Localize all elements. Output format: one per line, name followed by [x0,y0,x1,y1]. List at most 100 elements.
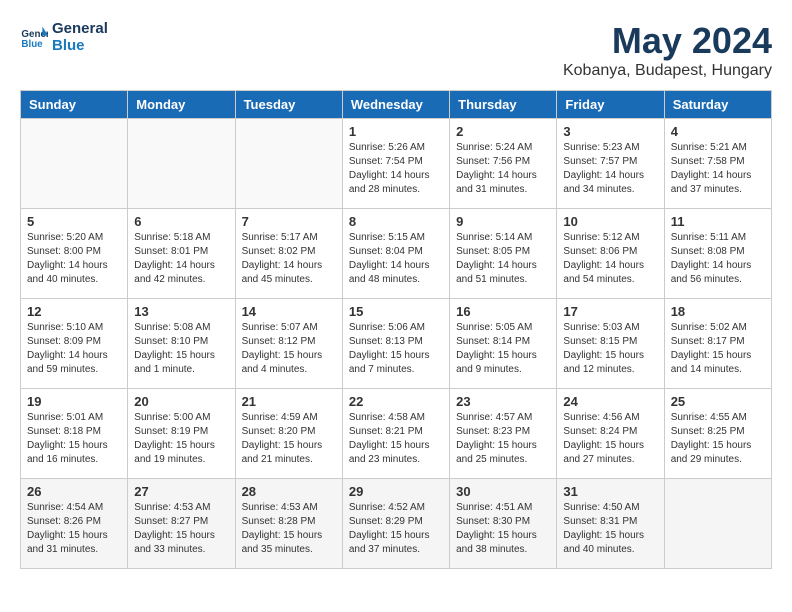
day-number: 12 [27,304,121,319]
day-info: Sunrise: 5:24 AMSunset: 7:56 PMDaylight:… [456,141,550,197]
calendar-cell: 31Sunrise: 4:50 AMSunset: 8:31 PMDayligh… [557,479,664,569]
day-info: Sunrise: 5:15 AMSunset: 8:04 PMDaylight:… [349,231,443,287]
day-number: 23 [456,394,550,409]
day-info: Sunrise: 5:20 AMSunset: 8:00 PMDaylight:… [27,231,121,287]
calendar-cell: 10Sunrise: 5:12 AMSunset: 8:06 PMDayligh… [557,209,664,299]
day-number: 4 [671,124,765,139]
calendar-cell: 8 Sunrise: 5:15 AMSunset: 8:04 PMDaylight… [342,209,449,299]
day-number: 30 [456,484,550,499]
day-info: Sunrise: 5:01 AMSunset: 8:18 PMDaylight:… [27,411,121,467]
calendar-cell: 27 Sunrise: 4:53 AMSunset: 8:27 PMDayligh… [128,479,235,569]
calendar-table: SundayMondayTuesdayWednesdayThursdayFrid… [20,90,772,569]
weekday-header-row: SundayMondayTuesdayWednesdayThursdayFrid… [21,91,772,119]
calendar-cell: 4 Sunrise: 5:21 AMSunset: 7:58 PMDaylight… [664,119,771,209]
calendar-week-row: 12 Sunrise: 5:10 AMSunset: 8:09 PMDayligh… [21,299,772,389]
day-info: Sunrise: 4:56 AMSunset: 8:24 PMDaylight:… [563,411,657,467]
calendar-cell: 21Sunrise: 4:59 AMSunset: 8:20 PMDayligh… [235,389,342,479]
calendar-cell: 5 Sunrise: 5:20 AMSunset: 8:00 PMDaylight… [21,209,128,299]
calendar-cell: 24Sunrise: 4:56 AMSunset: 8:24 PMDayligh… [557,389,664,479]
day-info: Sunrise: 4:53 AMSunset: 8:27 PMDaylight:… [134,501,228,557]
calendar-cell: 30Sunrise: 4:51 AMSunset: 8:30 PMDayligh… [450,479,557,569]
day-number: 28 [242,484,336,499]
title-area: May 2024 Kobanya, Budapest, Hungary [563,20,772,80]
weekday-header: Friday [557,91,664,119]
day-info: Sunrise: 5:05 AMSunset: 8:14 PMDaylight:… [456,321,550,377]
header: General Blue General Blue May 2024 Koban… [20,20,772,80]
day-info: Sunrise: 5:00 AMSunset: 8:19 PMDaylight:… [134,411,228,467]
calendar-cell: 3Sunrise: 5:23 AMSunset: 7:57 PMDaylight… [557,119,664,209]
day-number: 16 [456,304,550,319]
day-number: 6 [134,214,228,229]
day-number: 13 [134,304,228,319]
weekday-header: Thursday [450,91,557,119]
calendar-cell: 1Sunrise: 5:26 AMSunset: 7:54 PMDaylight… [342,119,449,209]
calendar-week-row: 5 Sunrise: 5:20 AMSunset: 8:00 PMDaylight… [21,209,772,299]
day-number: 31 [563,484,657,499]
day-number: 27 [134,484,228,499]
logo-line2: Blue [52,37,108,54]
calendar-cell: 14 Sunrise: 5:07 AMSunset: 8:12 PMDayligh… [235,299,342,389]
calendar-week-row: 26Sunrise: 4:54 AMSunset: 8:26 PMDayligh… [21,479,772,569]
day-info: Sunrise: 4:53 AMSunset: 8:28 PMDaylight:… [242,501,336,557]
day-info: Sunrise: 5:14 AMSunset: 8:05 PMDaylight:… [456,231,550,287]
day-info: Sunrise: 5:11 AMSunset: 8:08 PMDaylight:… [671,231,765,287]
svg-text:Blue: Blue [21,39,43,50]
day-number: 18 [671,304,765,319]
weekday-header: Wednesday [342,91,449,119]
calendar-cell: 7Sunrise: 5:17 AMSunset: 8:02 PMDaylight… [235,209,342,299]
day-info: Sunrise: 5:18 AMSunset: 8:01 PMDaylight:… [134,231,228,287]
calendar-cell: 25 Sunrise: 4:55 AMSunset: 8:25 PMDayligh… [664,389,771,479]
weekday-header: Tuesday [235,91,342,119]
day-number: 10 [563,214,657,229]
calendar-cell: 18Sunrise: 5:02 AMSunset: 8:17 PMDayligh… [664,299,771,389]
calendar-cell: 29 Sunrise: 4:52 AMSunset: 8:29 PMDayligh… [342,479,449,569]
calendar-cell: 26Sunrise: 4:54 AMSunset: 8:26 PMDayligh… [21,479,128,569]
calendar-cell: 20 Sunrise: 5:00 AMSunset: 8:19 PMDayligh… [128,389,235,479]
calendar-cell: 15Sunrise: 5:06 AMSunset: 8:13 PMDayligh… [342,299,449,389]
day-number: 14 [242,304,336,319]
calendar-cell: 23Sunrise: 4:57 AMSunset: 8:23 PMDayligh… [450,389,557,479]
day-number: 29 [349,484,443,499]
calendar-cell: 2 Sunrise: 5:24 AMSunset: 7:56 PMDaylight… [450,119,557,209]
day-info: Sunrise: 5:17 AMSunset: 8:02 PMDaylight:… [242,231,336,287]
calendar-cell: 9Sunrise: 5:14 AMSunset: 8:05 PMDaylight… [450,209,557,299]
day-info: Sunrise: 5:07 AMSunset: 8:12 PMDaylight:… [242,321,336,377]
day-number: 8 [349,214,443,229]
calendar-cell: 16 Sunrise: 5:05 AMSunset: 8:14 PMDayligh… [450,299,557,389]
day-info: Sunrise: 5:03 AMSunset: 8:15 PMDaylight:… [563,321,657,377]
calendar-cell: 6 Sunrise: 5:18 AMSunset: 8:01 PMDaylight… [128,209,235,299]
day-number: 5 [27,214,121,229]
logo: General Blue General Blue [20,20,108,54]
day-info: Sunrise: 4:55 AMSunset: 8:25 PMDaylight:… [671,411,765,467]
calendar-cell: 13 Sunrise: 5:08 AMSunset: 8:10 PMDayligh… [128,299,235,389]
calendar-cell [21,119,128,209]
calendar-cell: 28 Sunrise: 4:53 AMSunset: 8:28 PMDayligh… [235,479,342,569]
calendar-title: May 2024 [563,20,772,62]
day-number: 11 [671,214,765,229]
day-info: Sunrise: 5:10 AMSunset: 8:09 PMDaylight:… [27,321,121,377]
day-number: 2 [456,124,550,139]
day-number: 25 [671,394,765,409]
logo-line1: General [52,20,108,37]
calendar-cell: 22Sunrise: 4:58 AMSunset: 8:21 PMDayligh… [342,389,449,479]
day-info: Sunrise: 5:08 AMSunset: 8:10 PMDaylight:… [134,321,228,377]
day-info: Sunrise: 4:59 AMSunset: 8:20 PMDaylight:… [242,411,336,467]
calendar-cell [128,119,235,209]
day-number: 20 [134,394,228,409]
weekday-header: Monday [128,91,235,119]
day-number: 3 [563,124,657,139]
calendar-cell: 11 Sunrise: 5:11 AMSunset: 8:08 PMDayligh… [664,209,771,299]
day-info: Sunrise: 5:21 AMSunset: 7:58 PMDaylight:… [671,141,765,197]
day-number: 15 [349,304,443,319]
weekday-header: Saturday [664,91,771,119]
weekday-header: Sunday [21,91,128,119]
calendar-cell: 17 Sunrise: 5:03 AMSunset: 8:15 PMDayligh… [557,299,664,389]
calendar-cell: 12 Sunrise: 5:10 AMSunset: 8:09 PMDayligh… [21,299,128,389]
calendar-cell [664,479,771,569]
day-info: Sunrise: 4:58 AMSunset: 8:21 PMDaylight:… [349,411,443,467]
calendar-subtitle: Kobanya, Budapest, Hungary [563,62,772,80]
day-number: 17 [563,304,657,319]
day-info: Sunrise: 4:52 AMSunset: 8:29 PMDaylight:… [349,501,443,557]
day-info: Sunrise: 5:26 AMSunset: 7:54 PMDaylight:… [349,141,443,197]
calendar-week-row: 19Sunrise: 5:01 AMSunset: 8:18 PMDayligh… [21,389,772,479]
